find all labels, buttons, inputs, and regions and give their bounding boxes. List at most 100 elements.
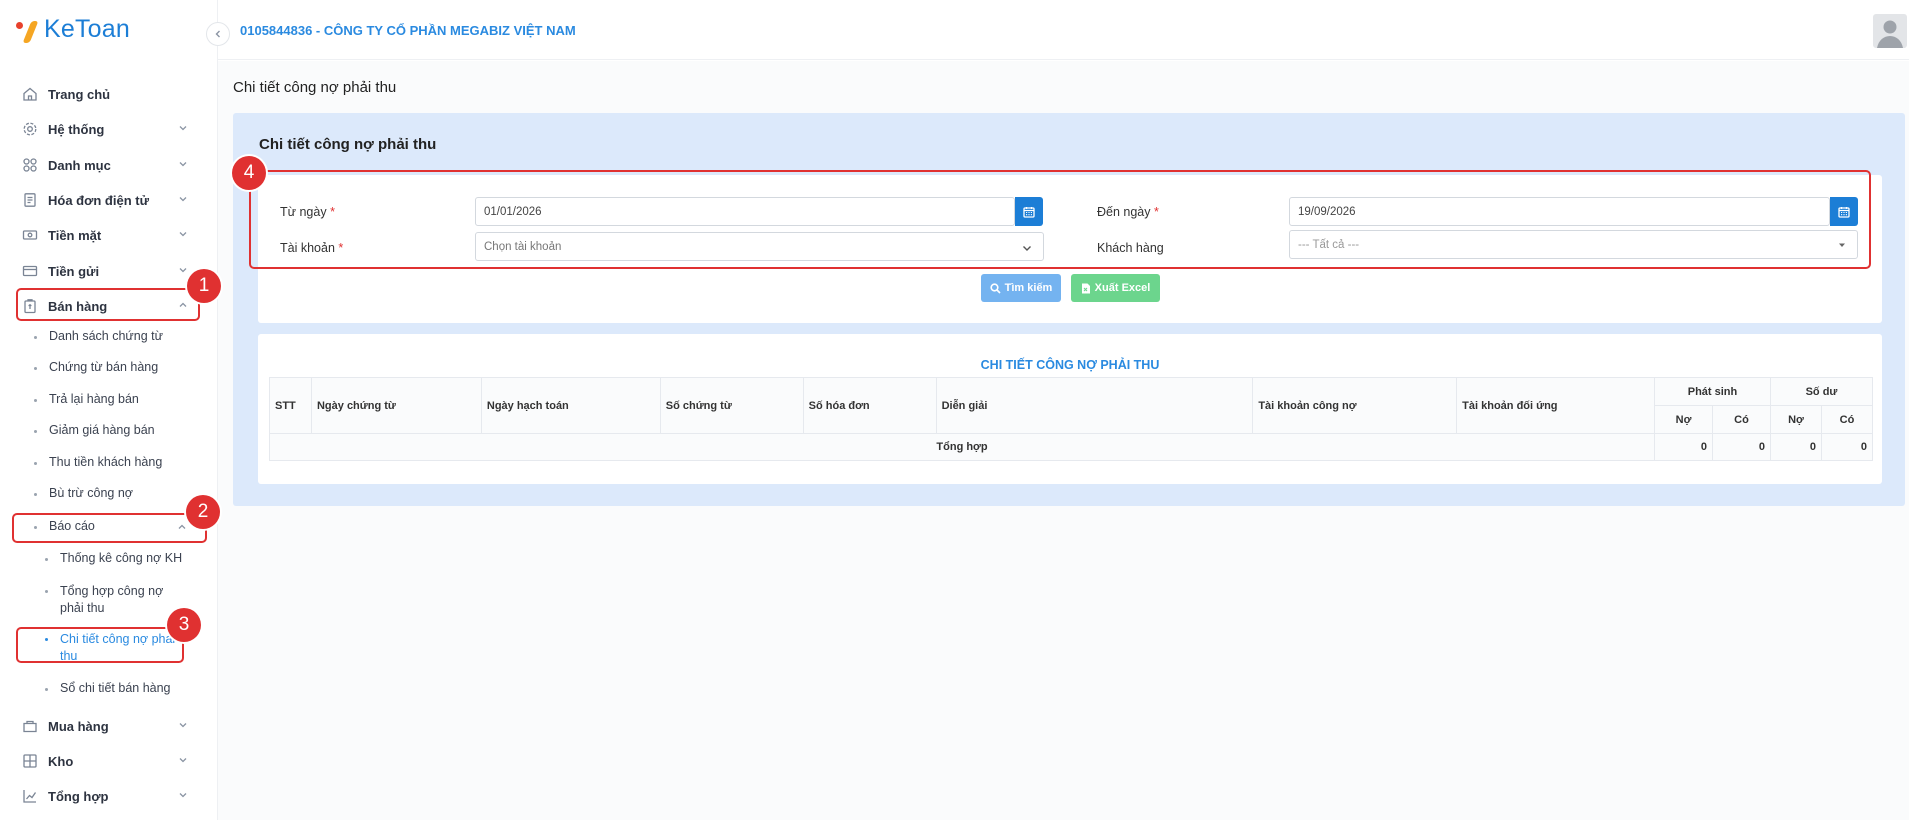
table-total-row: Tổng hợp 0 0 0 0: [268, 433, 1874, 461]
bullet-icon: [34, 399, 37, 402]
chart-icon: [22, 788, 38, 804]
th-arising: Phát sinh: [1654, 377, 1771, 406]
sidebar-item-label: Tiền gửi: [48, 263, 100, 279]
chevron-left-icon: [215, 30, 220, 38]
sidebar-item-system[interactable]: Hệ thống: [0, 114, 218, 144]
total-arising-debit: 0: [1654, 433, 1713, 461]
panel-title: Chi tiết công nợ phải thu: [259, 136, 437, 153]
search-button[interactable]: Tìm kiếm: [981, 274, 1061, 302]
table-card: CHI TIẾT CÔNG NỢ PHẢI THU STT Ngày chứng…: [258, 334, 1882, 484]
cash-icon: [22, 227, 38, 243]
sidebar-report-sales-ledger[interactable]: Sổ chi tiết bán hàng: [0, 681, 218, 695]
th-description[interactable]: Diễn giải: [935, 377, 1254, 434]
sidebar-item-label: Tổng hợp: [48, 788, 109, 804]
total-balance-credit: 0: [1820, 433, 1874, 461]
annotation-marker-1: 1: [187, 269, 221, 303]
company-name[interactable]: 0105844836 - CÔNG TY CỔ PHẦN MEGABIZ VIỆ…: [240, 23, 576, 38]
total-label: Tổng hợp: [268, 433, 1656, 461]
th-contra-account[interactable]: Tài khoản đối ứng: [1456, 377, 1656, 434]
sidebar-item-label: Kho: [48, 753, 74, 769]
avatar[interactable]: [1873, 14, 1907, 48]
search-button-label: Tìm kiếm: [1004, 282, 1053, 294]
bullet-icon: [34, 493, 37, 496]
logo[interactable]: KeToan: [14, 14, 130, 44]
grid-icon: [22, 157, 38, 173]
sidebar-item-summary[interactable]: Tổng hợp: [0, 781, 218, 811]
annotation-marker-2: 2: [186, 495, 220, 529]
sidebar-sub-sales-returns[interactable]: Trả lại hàng bán: [0, 392, 218, 406]
annotation-box-4: [249, 170, 1871, 269]
page-title: Chi tiết công nợ phải thu: [233, 79, 397, 96]
sidebar-sub-label: Trả lại hàng bán: [49, 392, 139, 406]
logo-mark-icon: [14, 14, 40, 44]
th-invoice-number[interactable]: Số hóa đơn: [802, 377, 937, 434]
annotation-marker-3: 3: [167, 608, 201, 642]
sidebar-item-home[interactable]: Trang chủ: [0, 79, 218, 109]
bullet-icon: [45, 558, 48, 561]
sidebar-item-deposit[interactable]: Tiền gửi: [0, 256, 218, 286]
sidebar-sub-document-list[interactable]: Danh sách chứng từ: [0, 329, 218, 343]
th-arising-credit[interactable]: Có: [1712, 405, 1771, 434]
sidebar-item-label: Tiền mặt: [48, 227, 102, 243]
receivable-detail-table: STT Ngày chứng từ Ngày hạch toán Số chứn…: [268, 377, 1874, 461]
th-posting-date[interactable]: Ngày hạch toán: [480, 377, 661, 434]
sidebar-item-label: Danh mục: [48, 157, 111, 173]
sidebar-sub-label: Sổ chi tiết bán hàng: [60, 681, 171, 695]
sidebar-sub-label: Giảm giá hàng bán: [49, 423, 155, 437]
bullet-icon: [45, 688, 48, 691]
invoice-icon: [22, 192, 38, 208]
sidebar-item-label: Hóa đơn điện tử: [48, 192, 149, 208]
sidebar-sub-label: Danh sách chứng từ: [49, 329, 164, 343]
chevron-down-icon: [179, 723, 187, 728]
chevron-down-icon: [179, 758, 187, 763]
sidebar-report-customer-debt-stats[interactable]: Thống kê công nợ KH: [0, 551, 218, 565]
sidebar-item-label: Trang chủ: [48, 86, 111, 102]
sidebar-item-label: Mua hàng: [48, 718, 109, 734]
sidebar-sub-label: Tổng hợp công nợ phải thu: [60, 584, 164, 615]
bullet-icon: [34, 430, 37, 433]
sidebar-sub-customer-collection[interactable]: Thu tiền khách hàng: [0, 455, 218, 469]
total-arising-credit: 0: [1712, 433, 1771, 461]
sidebar-item-e-invoice[interactable]: Hóa đơn điện tử: [0, 185, 218, 215]
th-balance-credit[interactable]: Có: [1820, 405, 1874, 434]
th-balance-debit[interactable]: Nợ: [1769, 405, 1822, 434]
sidebar-collapse-button[interactable]: [206, 22, 230, 46]
sidebar-item-purchase[interactable]: Mua hàng: [0, 711, 218, 741]
card-icon: [22, 263, 38, 279]
purchase-icon: [22, 718, 38, 734]
annotation-marker-4: 4: [232, 156, 266, 190]
chevron-down-icon: [179, 793, 187, 798]
bullet-icon: [34, 336, 37, 339]
sidebar-sub-label: Thống kê công nợ KH: [60, 551, 183, 565]
sidebar-item-cash[interactable]: Tiền mặt: [0, 220, 218, 250]
export-excel-label: Xuất Excel: [1094, 282, 1151, 294]
chevron-down-icon: [179, 232, 187, 237]
th-stt[interactable]: STT: [269, 377, 312, 434]
topbar: 0105844836 - CÔNG TY CỔ PHẦN MEGABIZ VIỆ…: [218, 0, 1909, 60]
chevron-down-icon: [179, 162, 187, 167]
sidebar-sub-label: Chứng từ bán hàng: [49, 360, 159, 374]
file-excel-icon: [1081, 283, 1090, 293]
sidebar-item-catalog[interactable]: Danh mục: [0, 150, 218, 180]
total-balance-debit: 0: [1769, 433, 1822, 461]
th-arising-debit[interactable]: Nợ: [1654, 405, 1713, 434]
th-debt-account[interactable]: Tài khoản công nợ: [1252, 377, 1458, 434]
search-icon: [990, 282, 1001, 294]
annotation-box-1: [16, 288, 200, 321]
sidebar-sub-label: Bù trừ công nợ: [49, 486, 133, 500]
bullet-icon: [45, 590, 48, 593]
sidebar-sub-debt-offset[interactable]: Bù trừ công nợ: [0, 486, 218, 500]
chevron-down-icon: [179, 197, 187, 202]
gear-icon: [22, 121, 38, 137]
sidebar-sub-sales-vouchers[interactable]: Chứng từ bán hàng: [0, 360, 218, 374]
sidebar-item-warehouse[interactable]: Kho: [0, 746, 218, 776]
export-excel-button[interactable]: Xuất Excel: [1071, 274, 1160, 302]
th-voucher-date[interactable]: Ngày chứng từ: [310, 377, 482, 434]
user-avatar-icon: [1877, 20, 1903, 48]
bullet-icon: [34, 367, 37, 370]
table-title: CHI TIẾT CÔNG NỢ PHẢI THU: [980, 358, 1160, 372]
bullet-icon: [34, 462, 37, 465]
annotation-box-3: [16, 627, 184, 663]
th-voucher-number[interactable]: Số chứng từ: [659, 377, 804, 434]
sidebar-sub-sales-discount[interactable]: Giảm giá hàng bán: [0, 423, 218, 437]
